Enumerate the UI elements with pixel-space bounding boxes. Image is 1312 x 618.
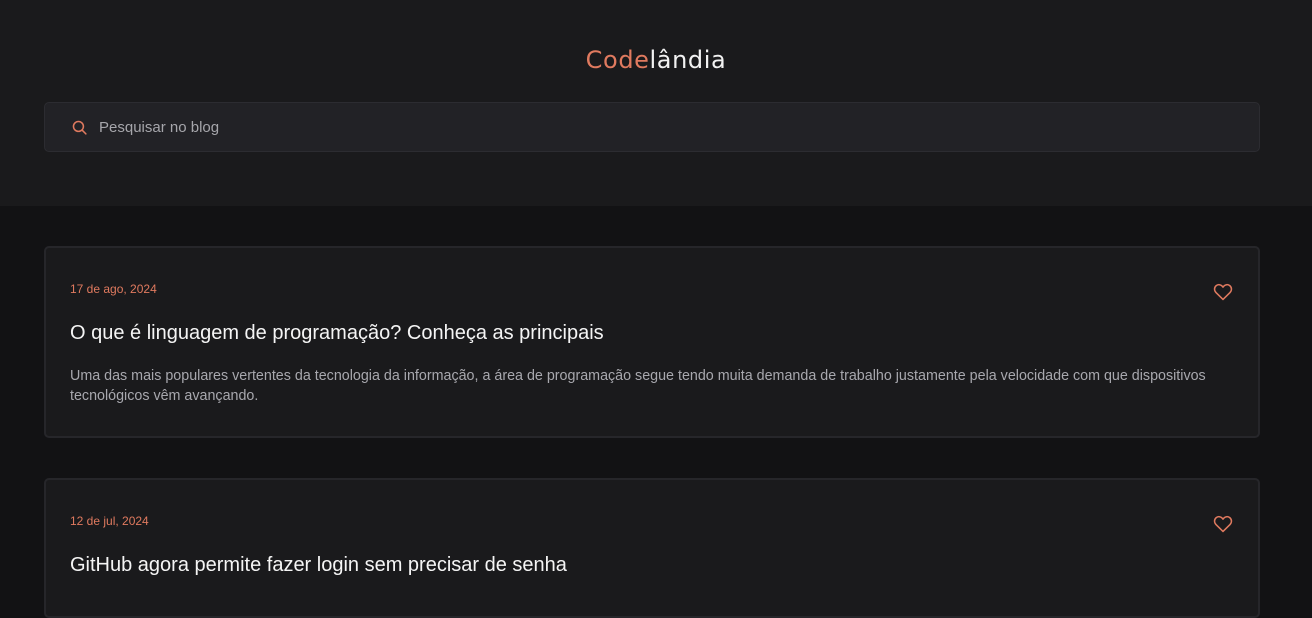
post-date: 17 de ago, 2024 — [70, 282, 157, 296]
post-card[interactable]: 12 de jul, 2024 GitHub agora permite faz… — [44, 478, 1260, 618]
search-input[interactable] — [99, 103, 1199, 151]
blog-header: Codelândia — [0, 0, 1312, 206]
logo-rest: lândia — [649, 46, 727, 74]
post-title[interactable]: GitHub agora permite fazer login sem pre… — [70, 554, 567, 577]
post-date: 12 de jul, 2024 — [70, 514, 149, 528]
post-excerpt: Uma das mais populares vertentes da tecn… — [70, 368, 1206, 404]
post-title[interactable]: O que é linguagem de programação? Conheç… — [70, 322, 604, 345]
site-logo[interactable]: Codelândia — [0, 46, 1312, 74]
heart-icon[interactable] — [1212, 280, 1234, 302]
post-card[interactable]: 17 de ago, 2024 O que é linguagem de pro… — [44, 246, 1260, 438]
search-icon — [70, 118, 88, 136]
logo-accent: Code — [585, 46, 650, 74]
search-bar[interactable] — [44, 102, 1260, 152]
heart-icon[interactable] — [1212, 512, 1234, 534]
